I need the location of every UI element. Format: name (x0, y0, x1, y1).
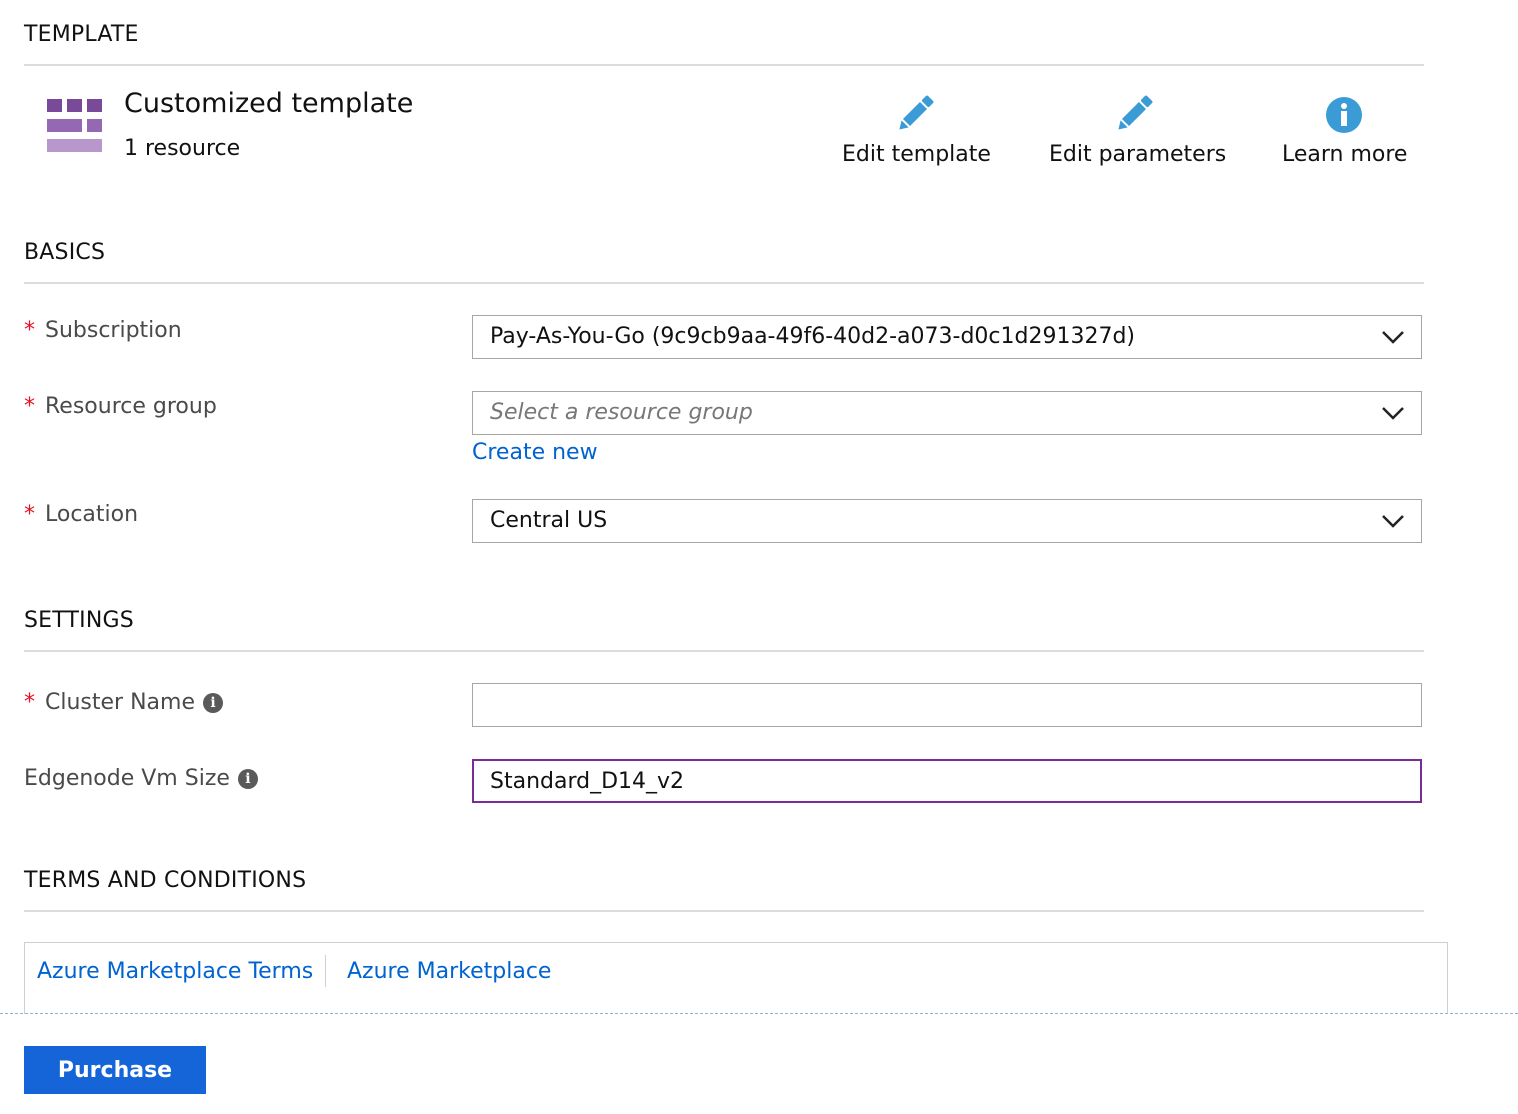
terms-separator (325, 955, 326, 987)
edit-parameters-label: Edit parameters (1049, 142, 1227, 167)
edgenode-vm-size-value: Standard_D14_v2 (490, 769, 685, 794)
terms-divider (24, 910, 1424, 912)
location-label: * Location (24, 502, 139, 527)
chevron-down-icon (1382, 515, 1404, 528)
pencil-icon (898, 95, 933, 130)
template-resource-count: 1 resource (124, 136, 241, 161)
template-icon (47, 99, 102, 152)
info-icon[interactable]: i (237, 769, 258, 789)
location-value: Central US (490, 508, 608, 533)
subscription-label: * Subscription (24, 318, 182, 343)
resource-group-label: * Resource group (24, 394, 217, 419)
edit-template-button[interactable]: Edit template (842, 92, 991, 167)
footer-divider (0, 1013, 1518, 1014)
resource-group-placeholder: Select a resource group (490, 400, 753, 425)
chevron-down-icon (1382, 407, 1404, 420)
purchase-button[interactable]: Purchase (24, 1046, 206, 1094)
cluster-name-text-input[interactable] (473, 684, 1421, 726)
terms-box: Azure Marketplace Terms Azure Marketplac… (24, 942, 1448, 1014)
edgenode-vm-size-label: Edgenode Vm Size i (24, 766, 258, 791)
info-icon (1326, 97, 1362, 133)
terms-section-title: TERMS AND CONDITIONS (24, 868, 307, 893)
template-section-title: TEMPLATE (24, 22, 139, 47)
azure-marketplace-link[interactable]: Azure Marketplace (347, 959, 551, 984)
learn-more-button[interactable]: Learn more (1282, 92, 1408, 167)
cluster-name-input[interactable] (472, 683, 1422, 727)
basics-divider (24, 282, 1424, 284)
edit-template-label: Edit template (842, 142, 991, 167)
info-icon[interactable]: i (202, 693, 223, 713)
template-divider (24, 64, 1424, 66)
required-marker: * (24, 690, 35, 715)
basics-section-title: BASICS (24, 240, 106, 265)
settings-divider (24, 650, 1424, 652)
azure-marketplace-terms-link[interactable]: Azure Marketplace Terms (37, 959, 313, 984)
required-marker: * (24, 502, 35, 527)
chevron-down-icon (1382, 331, 1404, 344)
required-marker: * (24, 394, 35, 419)
required-marker: * (24, 318, 35, 343)
pencil-icon (1118, 95, 1153, 130)
location-select[interactable]: Central US (472, 499, 1422, 543)
settings-section-title: SETTINGS (24, 608, 134, 633)
edgenode-vm-size-input[interactable]: Standard_D14_v2 (472, 759, 1422, 803)
create-new-link[interactable]: Create new (472, 440, 598, 465)
subscription-select[interactable]: Pay-As-You-Go (9c9cb9aa-49f6-40d2-a073-d… (472, 315, 1422, 359)
subscription-value: Pay-As-You-Go (9c9cb9aa-49f6-40d2-a073-d… (490, 324, 1136, 349)
edit-parameters-button[interactable]: Edit parameters (1049, 92, 1227, 167)
resource-group-select[interactable]: Select a resource group (472, 391, 1422, 435)
learn-more-label: Learn more (1282, 142, 1408, 167)
template-name: Customized template (124, 88, 414, 119)
cluster-name-label: * Cluster Name i (24, 690, 223, 715)
